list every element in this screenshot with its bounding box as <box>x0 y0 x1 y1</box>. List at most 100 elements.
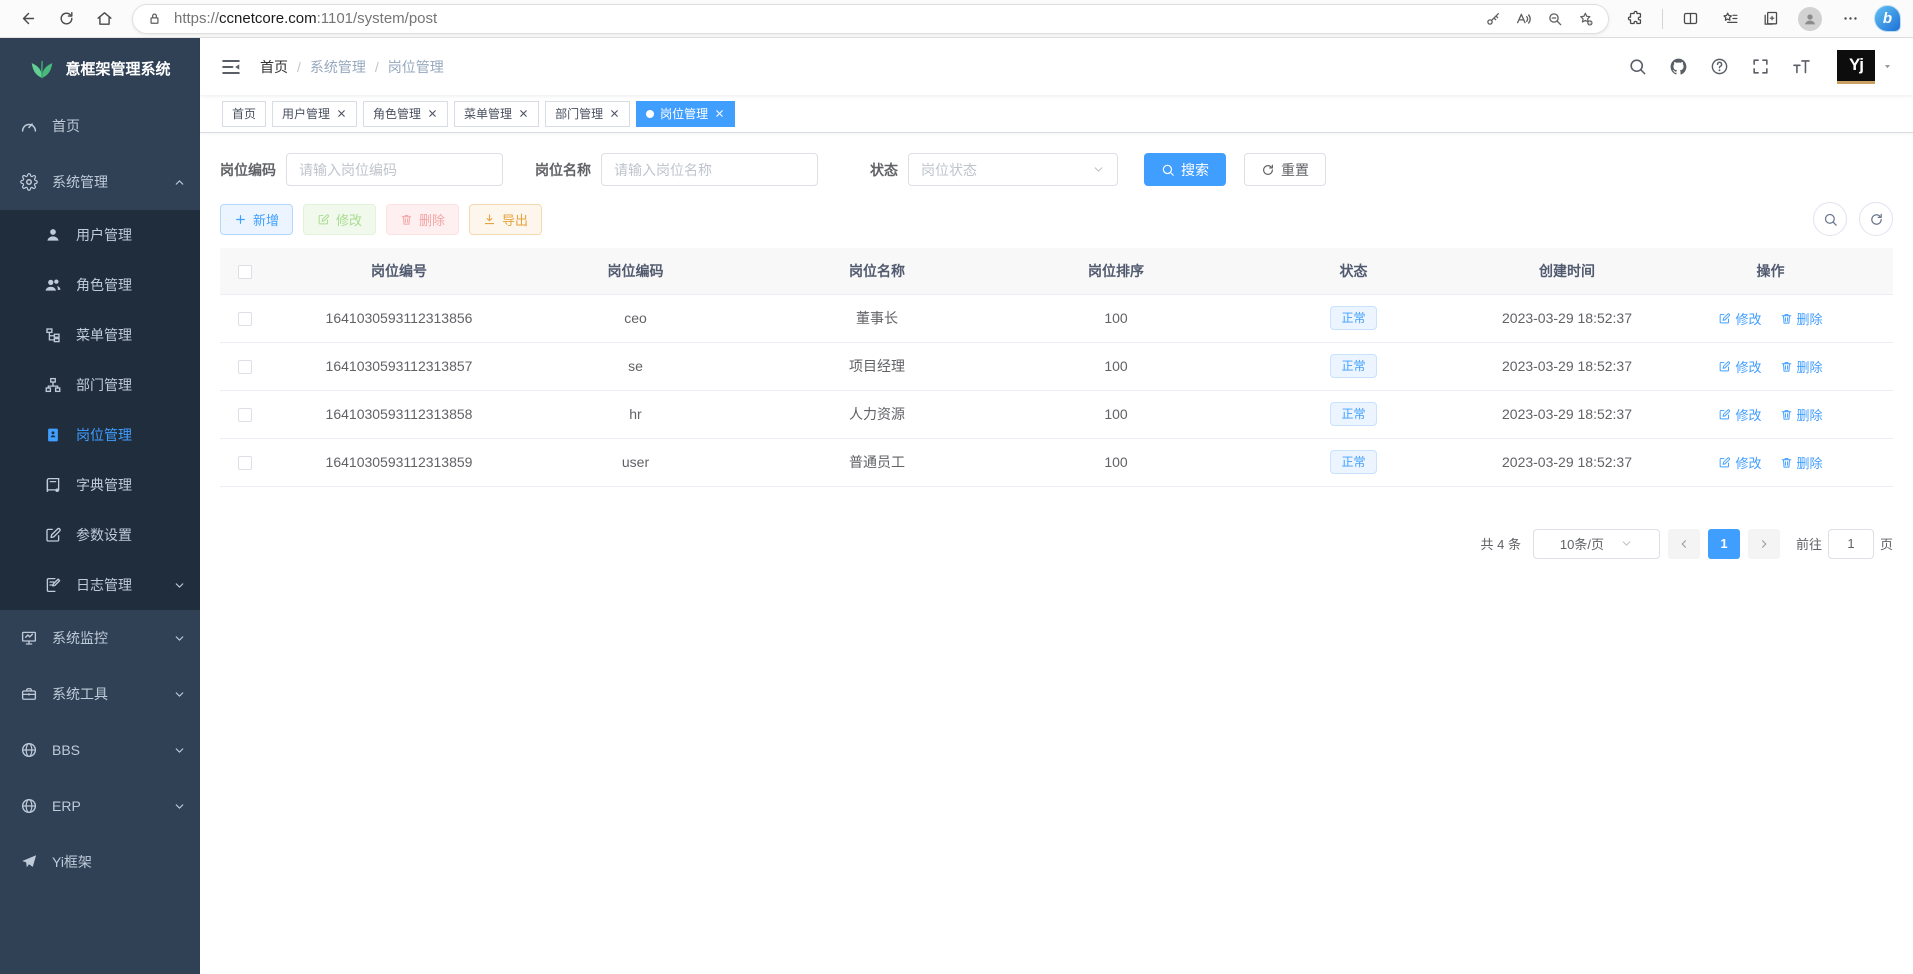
goto-page-input[interactable] <box>1828 529 1874 559</box>
page-size-select[interactable]: 10条/页 <box>1533 529 1660 559</box>
github-icon[interactable] <box>1669 57 1688 76</box>
post-code-input[interactable] <box>286 153 503 186</box>
post-name-input[interactable] <box>601 153 818 186</box>
sidebar-item-post-mgmt[interactable]: 岗位管理 <box>0 410 200 460</box>
select-all-checkbox[interactable] <box>238 265 252 279</box>
browser-refresh-button[interactable] <box>48 4 84 34</box>
row-edit-link[interactable]: 修改 <box>1718 357 1761 376</box>
sidebar-item-param-settings[interactable]: 参数设置 <box>0 510 200 560</box>
sidebar: 意框架管理系统 首页 系统管理 用户管理 角色管理 菜单管理 <box>0 38 200 974</box>
next-page-button[interactable] <box>1748 529 1780 559</box>
sidebar-item-dept-mgmt[interactable]: 部门管理 <box>0 360 200 410</box>
sidebar-item-log-mgmt[interactable]: 日志管理 <box>0 560 200 610</box>
row-checkbox[interactable] <box>238 408 252 422</box>
breadcrumb-home[interactable]: 首页 <box>260 57 288 77</box>
export-button[interactable]: 导出 <box>469 204 542 235</box>
tab-menu-mgmt[interactable]: 菜单管理 <box>454 101 539 127</box>
chevron-down-icon <box>1620 537 1633 550</box>
top-navbar: 首页 / 系统管理 / 岗位管理 Yj <box>200 38 1913 95</box>
user-avatar-dropdown[interactable]: Yj <box>1837 50 1893 84</box>
search-icon[interactable] <box>1628 57 1647 76</box>
sidebar-item-menu-mgmt[interactable]: 菜单管理 <box>0 310 200 360</box>
sidebar-item-dict-mgmt[interactable]: 字典管理 <box>0 460 200 510</box>
split-screen-button[interactable] <box>1674 4 1706 34</box>
row-edit-link[interactable]: 修改 <box>1718 453 1761 472</box>
zoom-out-icon[interactable] <box>1547 11 1563 27</box>
tab-home[interactable]: 首页 <box>222 101 266 127</box>
close-icon[interactable] <box>518 108 529 119</box>
row-delete-link[interactable]: 删除 <box>1780 357 1823 376</box>
app-logo: 意框架管理系统 <box>0 38 200 98</box>
delete-button[interactable]: 删除 <box>386 204 459 235</box>
sidebar-collapse-icon[interactable] <box>220 56 242 78</box>
sidebar-item-label: 参数设置 <box>76 525 132 545</box>
globe-icon <box>20 741 38 759</box>
col-post-code: 岗位编码 <box>528 248 743 294</box>
status-badge: 正常 <box>1330 450 1376 474</box>
tab-user-mgmt[interactable]: 用户管理 <box>272 101 357 127</box>
system-submenu: 用户管理 角色管理 菜单管理 部门管理 岗位管理 字典管理 <box>0 210 200 610</box>
row-checkbox[interactable] <box>238 360 252 374</box>
add-button[interactable]: 新增 <box>220 204 293 235</box>
tab-role-mgmt[interactable]: 角色管理 <box>363 101 448 127</box>
row-delete-link[interactable]: 删除 <box>1780 309 1823 328</box>
post-table: 岗位编号 岗位编码 岗位名称 岗位排序 状态 创建时间 操作 164103059… <box>220 248 1893 487</box>
tab-dept-mgmt[interactable]: 部门管理 <box>545 101 630 127</box>
close-icon[interactable] <box>714 108 725 119</box>
sidebar-item-bbs[interactable]: BBS <box>0 722 200 778</box>
sidebar-item-role-mgmt[interactable]: 角色管理 <box>0 260 200 310</box>
sidebar-item-erp[interactable]: ERP <box>0 778 200 834</box>
browser-back-button[interactable] <box>10 4 46 34</box>
status-select[interactable]: 岗位状态 <box>908 153 1118 186</box>
close-icon[interactable] <box>427 108 438 119</box>
sidebar-item-user-mgmt[interactable]: 用户管理 <box>0 210 200 260</box>
row-delete-link[interactable]: 删除 <box>1780 453 1823 472</box>
row-delete-link[interactable]: 删除 <box>1780 405 1823 424</box>
close-icon[interactable] <box>336 108 347 119</box>
search-button[interactable]: 搜索 <box>1144 153 1226 186</box>
table-row[interactable]: 1641030593112313856 ceo 董事长 100 正常 2023-… <box>220 294 1893 342</box>
sidebar-item-monitor[interactable]: 系统监控 <box>0 610 200 666</box>
lock-icon <box>147 11 162 26</box>
sidebar-item-home[interactable]: 首页 <box>0 98 200 154</box>
tab-post-mgmt[interactable]: 岗位管理 <box>636 101 735 127</box>
copilot-icon[interactable]: b <box>1874 5 1901 32</box>
gear-icon <box>20 173 38 191</box>
sidebar-item-system[interactable]: 系统管理 <box>0 154 200 210</box>
add-favorite-icon[interactable] <box>1578 11 1594 27</box>
table-row[interactable]: 1641030593112313859 user 普通员工 100 正常 202… <box>220 438 1893 486</box>
row-checkbox[interactable] <box>238 312 252 326</box>
refresh-table-button[interactable] <box>1859 202 1893 236</box>
font-size-icon[interactable] <box>1792 57 1811 76</box>
browser-menu-button[interactable] <box>1834 4 1866 34</box>
row-edit-link[interactable]: 修改 <box>1718 405 1761 424</box>
read-aloud-icon[interactable] <box>1516 11 1532 27</box>
help-icon[interactable] <box>1710 57 1729 76</box>
status-badge: 正常 <box>1330 306 1376 330</box>
table-row[interactable]: 1641030593112313857 se 项目经理 100 正常 2023-… <box>220 342 1893 390</box>
page-number-button[interactable]: 1 <box>1708 529 1740 559</box>
row-checkbox[interactable] <box>238 456 252 470</box>
breadcrumb: 首页 / 系统管理 / 岗位管理 <box>260 57 444 77</box>
show-search-toggle-button[interactable] <box>1813 202 1847 236</box>
collections-button[interactable] <box>1754 4 1786 34</box>
reset-button[interactable]: 重置 <box>1244 153 1326 186</box>
prev-page-button[interactable] <box>1668 529 1700 559</box>
url-text[interactable]: https://ccnetcore.com:1101/system/post <box>174 10 1473 27</box>
sidebar-item-tools[interactable]: 系统工具 <box>0 666 200 722</box>
browser-profile-button[interactable] <box>1794 4 1826 34</box>
fullscreen-icon[interactable] <box>1751 57 1770 76</box>
url-scheme: https:// <box>174 10 219 27</box>
browser-home-button[interactable] <box>86 4 122 34</box>
edit-button[interactable]: 修改 <box>303 204 376 235</box>
row-edit-link[interactable]: 修改 <box>1718 309 1761 328</box>
breadcrumb-system[interactable]: 系统管理 <box>310 57 366 77</box>
extensions-button[interactable] <box>1619 4 1651 34</box>
favorites-button[interactable] <box>1714 4 1746 34</box>
edit-square-icon <box>44 526 62 544</box>
address-bar[interactable]: https://ccnetcore.com:1101/system/post <box>132 4 1609 34</box>
password-key-icon[interactable] <box>1485 11 1501 27</box>
sidebar-item-yi-framework[interactable]: Yi框架 <box>0 834 200 890</box>
table-row[interactable]: 1641030593112313858 hr 人力资源 100 正常 2023-… <box>220 390 1893 438</box>
close-icon[interactable] <box>609 108 620 119</box>
